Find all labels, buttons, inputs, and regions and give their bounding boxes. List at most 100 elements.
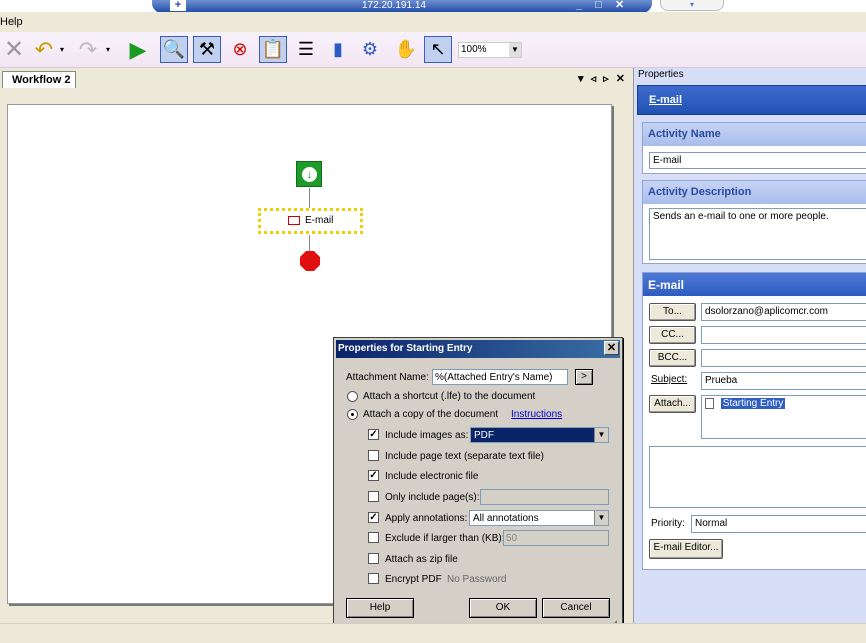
- chevron-down-icon[interactable]: ▼: [594, 428, 608, 442]
- expand-button[interactable]: >: [575, 369, 593, 385]
- priority-field[interactable]: Normal: [691, 515, 866, 533]
- attachment-name-input[interactable]: %(Attached Entry's Name): [432, 369, 568, 385]
- properties-dialog: Properties for Starting Entry ✕ Attachme…: [333, 337, 623, 630]
- encrypt-pdf-label: Encrypt PDF: [385, 574, 442, 585]
- start-node[interactable]: ↓: [296, 161, 322, 187]
- include-images-select[interactable]: PDF ▼: [470, 427, 609, 443]
- properties-title: Properties: [638, 69, 684, 80]
- chevron-down-icon[interactable]: ▼: [509, 43, 521, 57]
- apply-annotations-value: All annotations: [473, 513, 539, 524]
- email-activity-node[interactable]: E-mail: [258, 208, 363, 234]
- email-editor-button[interactable]: E-mail Editor...: [649, 539, 723, 559]
- exclude-larger-checkbox[interactable]: [368, 532, 379, 543]
- attach-zip-checkbox[interactable]: [368, 553, 379, 564]
- dialog-title: Properties for Starting Entry: [336, 340, 620, 358]
- remote-minimize-button[interactable]: _: [576, 0, 582, 11]
- subject-label: Subject:: [651, 374, 688, 385]
- pin-icon[interactable]: +: [170, 0, 186, 11]
- include-electronic-checkbox[interactable]: ✓: [368, 470, 379, 481]
- dialog-close-button[interactable]: ✕: [604, 341, 619, 355]
- exclude-size-value: 50: [506, 533, 518, 544]
- copy-radio-label: Attach a copy of the document: [363, 409, 499, 420]
- redo-icon[interactable]: ↷: [74, 36, 102, 63]
- exclude-larger-label: Exclude if larger than (KB):: [385, 533, 505, 544]
- pointer-icon[interactable]: ↖: [424, 36, 452, 63]
- shortcut-radio-label: Attach a shortcut (.lfe) to the document: [363, 391, 536, 402]
- exclude-size-input[interactable]: 50: [503, 530, 609, 546]
- bcc-button[interactable]: BCC...: [649, 349, 696, 367]
- search-wizard-icon[interactable]: 🔍: [160, 36, 188, 63]
- include-electronic-label: Include electronic file: [385, 471, 479, 482]
- properties-panel: Properties E-mail Activity Name E-mail A…: [633, 68, 866, 623]
- only-pages-input[interactable]: [480, 489, 609, 505]
- tools-icon[interactable]: ⚒: [193, 36, 221, 63]
- cc-field[interactable]: [701, 326, 866, 344]
- email-section-label: E-mail: [643, 273, 866, 296]
- email-icon: [288, 216, 300, 225]
- include-images-value: PDF: [474, 430, 494, 441]
- stop-icon[interactable]: ⊗: [226, 36, 254, 63]
- hand-icon[interactable]: ✋: [392, 36, 420, 63]
- document-icon: [705, 398, 714, 409]
- priority-label: Priority:: [651, 518, 685, 529]
- activity-description-label: Activity Description: [643, 181, 866, 204]
- email-body-area[interactable]: [649, 446, 866, 508]
- subject-field[interactable]: Prueba: [701, 372, 866, 390]
- include-images-label: Include images as:: [385, 430, 469, 441]
- undo-icon[interactable]: ↶: [30, 36, 58, 63]
- instructions-link[interactable]: Instructions: [511, 409, 562, 420]
- only-pages-label: Only include page(s):: [385, 492, 480, 503]
- include-page-text-checkbox[interactable]: [368, 450, 379, 461]
- chevron-down-icon[interactable]: ▼: [594, 511, 608, 525]
- connector-line: [309, 188, 310, 208]
- close-icon[interactable]: ✕: [0, 36, 28, 63]
- apply-annotations-label: Apply annotations:: [385, 513, 468, 524]
- network-icon[interactable]: ⚙: [356, 36, 384, 63]
- include-page-text-label: Include page text (separate text file): [385, 451, 544, 462]
- tab-controls[interactable]: ▾ ◃ ▹ ✕: [578, 72, 627, 85]
- copy-radio[interactable]: [347, 409, 358, 420]
- remote-host-label: 172.20.191.14: [362, 0, 426, 11]
- tab-workflow-2[interactable]: Workflow 2: [2, 71, 76, 88]
- apply-annotations-select[interactable]: All annotations ▼: [469, 510, 609, 526]
- redo-dropdown-icon[interactable]: ▾: [102, 36, 114, 63]
- apply-annotations-checkbox[interactable]: ✓: [368, 512, 379, 523]
- chart-icon[interactable]: ▮: [324, 36, 352, 63]
- activity-description-input[interactable]: Sends an e-mail to one or more people.: [649, 208, 866, 260]
- attachment-item[interactable]: Starting Entry: [720, 398, 786, 410]
- attach-zip-label: Attach as zip file: [385, 554, 458, 565]
- attach-button[interactable]: Attach...: [649, 395, 696, 413]
- ok-button[interactable]: OK: [469, 598, 537, 618]
- zoom-select[interactable]: 100% ▼: [458, 42, 522, 58]
- email-section: E-mail To... dsolorzano@aplicomcr.com CC…: [642, 272, 866, 570]
- only-pages-checkbox[interactable]: [368, 491, 379, 502]
- undo-dropdown-icon[interactable]: ▾: [56, 36, 68, 63]
- status-bar: [0, 623, 866, 643]
- checklist-icon[interactable]: ☰: [292, 36, 320, 63]
- help-button[interactable]: Help: [346, 598, 414, 618]
- cc-button[interactable]: CC...: [649, 326, 696, 344]
- connection-quality-icon[interactable]: ▾: [660, 0, 724, 11]
- properties-header: E-mail: [637, 85, 866, 115]
- run-icon[interactable]: ▶: [124, 36, 152, 63]
- encrypt-pdf-checkbox[interactable]: [368, 573, 379, 584]
- include-images-checkbox[interactable]: ✓: [368, 429, 379, 440]
- properties-header-link[interactable]: E-mail: [649, 94, 682, 106]
- to-field[interactable]: dsolorzano@aplicomcr.com: [701, 303, 866, 321]
- remote-close-button[interactable]: ✕: [615, 0, 624, 11]
- attachment-name-label: Attachment Name:: [346, 372, 429, 383]
- no-password-label: No Password: [447, 574, 507, 585]
- remote-restore-button[interactable]: □: [595, 0, 602, 11]
- activity-name-label: Activity Name: [643, 123, 866, 146]
- activity-name-input[interactable]: E-mail: [649, 152, 866, 169]
- attachment-list[interactable]: Starting Entry: [701, 395, 866, 439]
- menu-help[interactable]: Help: [0, 16, 23, 28]
- to-button[interactable]: To...: [649, 303, 696, 321]
- shortcut-radio[interactable]: [347, 391, 358, 402]
- bcc-field[interactable]: [701, 349, 866, 367]
- stop-node[interactable]: [300, 251, 320, 271]
- zoom-value: 100%: [461, 44, 487, 55]
- clipboard-icon[interactable]: 📋: [259, 36, 287, 63]
- cancel-button[interactable]: Cancel: [542, 598, 610, 618]
- toolbar: ✕ ↶ ▾ ↷ ▾ ▶ 🔍 ⚒ ⊗ 📋 ☰ ▮ ⚙ ✋ ↖ 100% ▼: [0, 32, 866, 68]
